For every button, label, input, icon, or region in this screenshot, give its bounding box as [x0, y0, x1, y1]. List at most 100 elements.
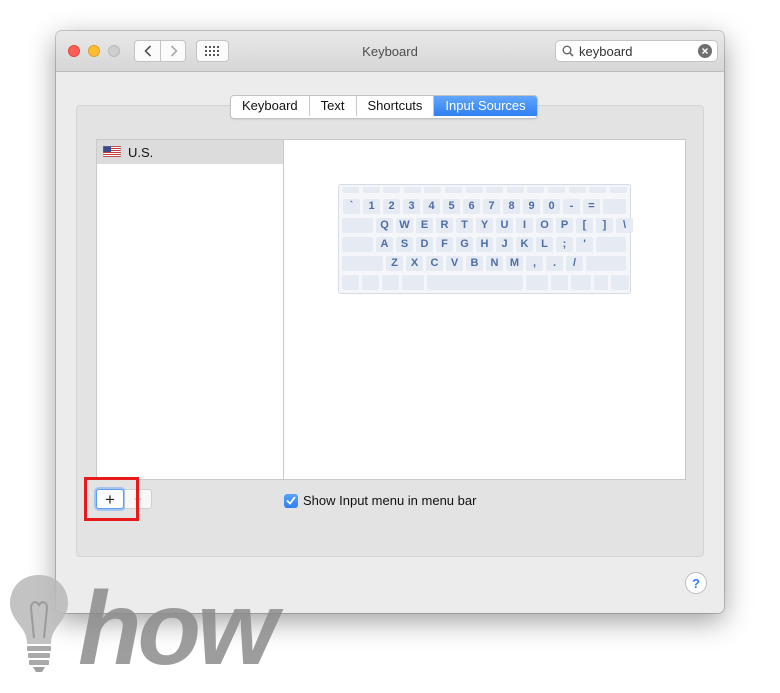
key: ` [343, 199, 360, 214]
key: T [456, 218, 473, 233]
us-flag-icon [103, 146, 121, 157]
function-key [342, 187, 359, 193]
key: 7 [483, 199, 500, 214]
key: W [396, 218, 413, 233]
watermark-text: how [78, 571, 278, 687]
search-input[interactable]: keyboard [579, 44, 632, 59]
key: . [546, 256, 563, 271]
input-sources-list: U.S. [96, 139, 284, 480]
key: F [436, 237, 453, 252]
checkmark-icon [286, 496, 296, 505]
function-key [548, 187, 565, 193]
key: X [406, 256, 423, 271]
key: - [563, 199, 580, 214]
blank-key [526, 275, 548, 290]
tab-shortcuts[interactable]: Shortcuts [356, 96, 435, 116]
key: J [496, 237, 513, 252]
key: Y [476, 218, 493, 233]
close-icon [702, 48, 708, 54]
function-key [445, 187, 462, 193]
show-input-menu-label: Show Input menu in menu bar [303, 493, 477, 508]
help-button[interactable]: ? [685, 572, 707, 594]
list-item[interactable]: U.S. [97, 140, 283, 164]
keyboard-preferences-window: Keyboard keyboard Keyboard Text Shortcut… [56, 31, 724, 613]
blank-key [551, 275, 568, 290]
blank-key [594, 275, 608, 290]
key: A [376, 237, 393, 252]
show-input-menu-option[interactable]: Show Input menu in menu bar [284, 493, 476, 508]
tab-text[interactable]: Text [309, 96, 357, 116]
key: O [536, 218, 553, 233]
key: G [456, 237, 473, 252]
function-key [589, 187, 607, 193]
blank-key [342, 256, 383, 271]
blank-key [342, 218, 373, 233]
key: 8 [503, 199, 520, 214]
key-row-4: Z X C V B N M,. / [339, 256, 630, 273]
key: = [583, 199, 600, 214]
function-key [527, 187, 545, 193]
key: R [436, 218, 453, 233]
key: / [566, 256, 583, 271]
key: E [416, 218, 433, 233]
blank-key [603, 199, 626, 214]
tab-keyboard[interactable]: Keyboard [231, 96, 310, 116]
minus-icon: − [133, 490, 143, 508]
search-field[interactable]: keyboard [555, 40, 718, 62]
function-key [362, 187, 380, 193]
key-row-3: A S D F G H J K L; ' [339, 237, 630, 254]
function-key [568, 187, 586, 193]
function-key [486, 187, 504, 193]
key: K [516, 237, 533, 252]
key: , [526, 256, 543, 271]
key: Z [386, 256, 403, 271]
key: ; [556, 237, 573, 252]
function-key [609, 187, 627, 193]
key: ] [596, 218, 613, 233]
blank-key [596, 237, 626, 252]
key: 1 [363, 199, 380, 214]
search-icon [562, 45, 574, 57]
key-row-2: Q W E R T Y U I O P[] \ [339, 218, 633, 235]
show-input-menu-checkbox[interactable] [284, 493, 298, 508]
key: U [496, 218, 513, 233]
function-key [465, 187, 483, 193]
key: 6 [463, 199, 480, 214]
key: V [446, 256, 463, 271]
key: Q [376, 218, 393, 233]
key: 9 [523, 199, 540, 214]
plus-icon: + [105, 489, 115, 509]
key: \ [616, 218, 633, 233]
key: H [476, 237, 493, 252]
title-bar: Keyboard keyboard [56, 31, 724, 72]
blank-key [427, 275, 523, 290]
key: I [516, 218, 533, 233]
key: D [416, 237, 433, 252]
blank-key [362, 275, 379, 290]
key: M [506, 256, 523, 271]
key: N [486, 256, 503, 271]
lightbulb-icon [10, 575, 68, 672]
function-key [383, 187, 401, 193]
clear-search-button[interactable] [698, 44, 712, 58]
key: 0 [543, 199, 560, 214]
input-source-label: U.S. [128, 145, 154, 160]
blank-key [342, 275, 359, 290]
function-key [403, 187, 421, 193]
tab-input-sources[interactable]: Input Sources [434, 96, 537, 116]
key: P [556, 218, 573, 233]
key: B [466, 256, 483, 271]
keyboard-layout-preview: ` 1 2 3 4 5 6 7 8 9 0- = Q W E R T Y U I O P[] \ A S D F G H J K L; ' Z X C… [338, 184, 633, 294]
blank-key [571, 275, 591, 290]
key: 2 [383, 199, 400, 214]
function-key [424, 187, 442, 193]
key: C [426, 256, 443, 271]
add-input-source-button[interactable]: + [96, 489, 124, 509]
function-key [506, 187, 524, 193]
function-key-row [339, 187, 630, 195]
blank-key [342, 237, 373, 252]
blank-key [402, 275, 424, 290]
blank-key [382, 275, 399, 290]
key-row-1: ` 1 2 3 4 5 6 7 8 9 0- = [339, 199, 630, 216]
remove-input-source-button[interactable]: − [125, 489, 152, 509]
